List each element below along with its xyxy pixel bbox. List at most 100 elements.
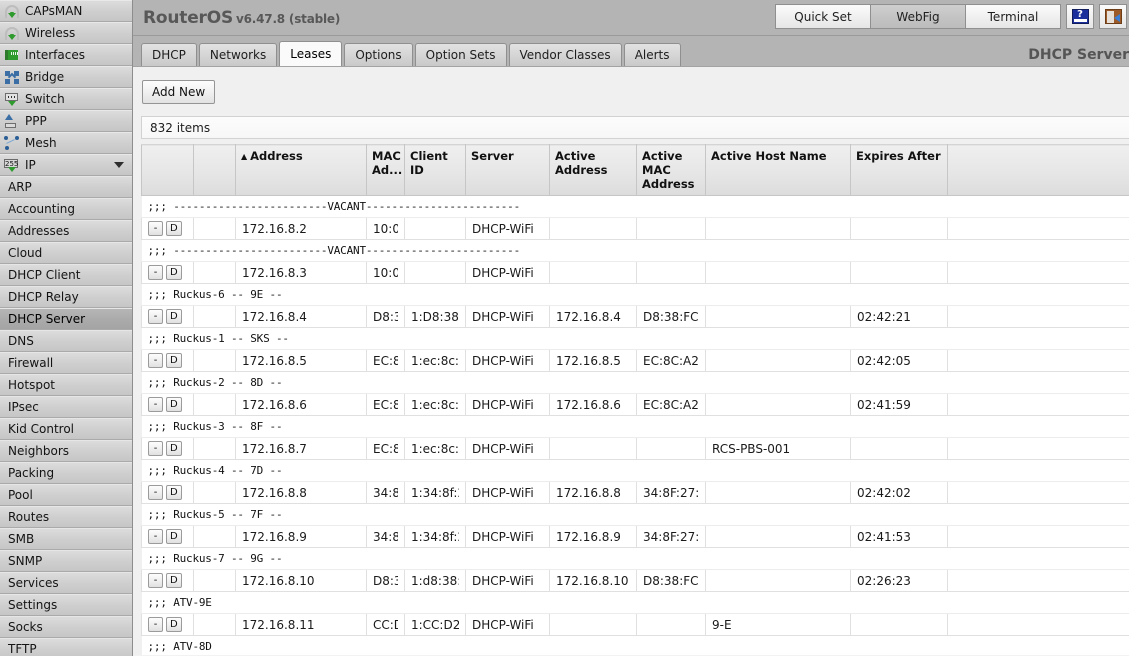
remove-lease-button[interactable]: -: [148, 617, 163, 632]
remove-lease-button[interactable]: -: [148, 309, 163, 324]
table-row[interactable]: -D 172.16.8.7 EC:8C 1:ec:8c:a DHCP-WiFi RCS-P…: [141, 437, 1129, 460]
sidebar-item-routes[interactable]: Routes: [0, 506, 132, 528]
sidebar-item-hotspot[interactable]: Hotspot: [0, 374, 132, 396]
remove-lease-button[interactable]: -: [148, 529, 163, 544]
tab-vendor-classes[interactable]: Vendor Classes: [508, 43, 622, 66]
make-static-button[interactable]: D: [166, 309, 182, 324]
table-row[interactable]: -D 172.16.8.10 D8:38 1:d8:38:f DHCP-WiFi 172.…: [141, 569, 1129, 592]
design-skin-button[interactable]: [1066, 4, 1094, 29]
column-header-active_mac[interactable]: Active MAC Address: [636, 144, 706, 196]
cell-active-address: [549, 613, 637, 636]
sidebar-item-dhcp-server[interactable]: DHCP Server: [0, 308, 132, 330]
column-header-active_host[interactable]: Active Host Name: [705, 144, 851, 196]
remove-lease-button[interactable]: -: [148, 221, 163, 236]
column-header-label: Server: [471, 149, 514, 163]
remove-lease-button[interactable]: -: [148, 441, 163, 456]
comment-text: ;;; ------------------------VACANT------…: [141, 195, 1129, 218]
sidebar-item-bridge[interactable]: Bridge: [0, 66, 132, 88]
column-header-tail[interactable]: [947, 144, 1129, 196]
row-tail-cell: [947, 217, 1129, 240]
sidebar-item-dns[interactable]: DNS: [0, 330, 132, 352]
column-header-buttons[interactable]: [141, 144, 194, 196]
remove-lease-button[interactable]: -: [148, 573, 163, 588]
column-header-server[interactable]: Server: [465, 144, 550, 196]
cell-client-id: 1:ec:8c:a: [404, 437, 466, 460]
cell-active-host: [705, 217, 851, 240]
sidebar-item-dhcp-client[interactable]: DHCP Client: [0, 264, 132, 286]
row-actions-cell: -D: [141, 437, 194, 460]
tab-dhcp[interactable]: DHCP: [141, 43, 197, 66]
table-row[interactable]: -D 172.16.8.5 EC:8C 1:ec:8c:a DHCP-WiFi 172.1…: [141, 349, 1129, 372]
table-row[interactable]: -D 172.16.8.8 34:8F: 1:34:8f:2 DHCP-WiFi 172.…: [141, 481, 1129, 504]
remove-lease-button[interactable]: -: [148, 397, 163, 412]
column-header-expires[interactable]: Expires After: [850, 144, 948, 196]
cell-active-address: 172.16.8.6: [549, 393, 637, 416]
sidebar-item-smb[interactable]: SMB: [0, 528, 132, 550]
mode-button-quick-set[interactable]: Quick Set: [775, 4, 871, 29]
make-static-button[interactable]: D: [166, 573, 182, 588]
mode-button-terminal[interactable]: Terminal: [965, 4, 1061, 29]
column-header-mac[interactable]: MAC Ad...: [366, 144, 405, 196]
sidebar-item-socks[interactable]: Socks: [0, 616, 132, 638]
row-tail-cell: [947, 349, 1129, 372]
cell-value: 1:d8:38:f: [411, 573, 459, 588]
sidebar-item-packing[interactable]: Packing: [0, 462, 132, 484]
sidebar-item-snmp[interactable]: SNMP: [0, 550, 132, 572]
remove-lease-button[interactable]: -: [148, 353, 163, 368]
column-header-flags[interactable]: [193, 144, 236, 196]
sidebar-item-label: Accounting: [8, 202, 76, 216]
tab-leases[interactable]: Leases: [279, 41, 343, 66]
table-row[interactable]: -D 172.16.8.11 CC:D2 1:CC:D2:8 DHCP-WiFi 9-E: [141, 613, 1129, 636]
sidebar-item-tftp[interactable]: TFTP: [0, 638, 132, 656]
table-row[interactable]: -D 172.16.8.6 EC:8C 1:ec:8c:a DHCP-WiFi 172.1…: [141, 393, 1129, 416]
sidebar-item-neighbors[interactable]: Neighbors: [0, 440, 132, 462]
sidebar-item-wireless[interactable]: Wireless: [0, 22, 132, 44]
tab-option-sets[interactable]: Option Sets: [414, 43, 507, 66]
make-static-button[interactable]: D: [166, 397, 182, 412]
row-actions-cell: -D: [141, 261, 194, 284]
mode-button-webfig[interactable]: WebFig: [870, 4, 966, 29]
table-row[interactable]: -D 172.16.8.3 10:00: DHCP-WiFi: [141, 261, 1129, 284]
tab-options[interactable]: Options: [344, 43, 413, 66]
table-row[interactable]: -D 172.16.8.9 34:8F: 1:34:8f:2 DHCP-WiFi 172.…: [141, 525, 1129, 548]
make-static-button[interactable]: D: [166, 485, 182, 500]
column-header-client_id[interactable]: Client ID: [404, 144, 466, 196]
cell-expires: 02:42:05: [850, 349, 948, 372]
make-static-button[interactable]: D: [166, 221, 182, 236]
sidebar-item-firewall[interactable]: Firewall: [0, 352, 132, 374]
sidebar-item-interfaces[interactable]: Interfaces: [0, 44, 132, 66]
tab-alerts[interactable]: Alerts: [623, 43, 681, 66]
remove-lease-button[interactable]: -: [148, 485, 163, 500]
column-header-active_address[interactable]: Active Address: [549, 144, 637, 196]
cell-expires: 02:42:02: [850, 481, 948, 504]
add-new-button[interactable]: Add New: [142, 80, 216, 104]
sidebar-item-ipsec[interactable]: IPsec: [0, 396, 132, 418]
sidebar-item-dhcp-relay[interactable]: DHCP Relay: [0, 286, 132, 308]
make-static-button[interactable]: D: [166, 353, 182, 368]
make-static-button[interactable]: D: [166, 265, 182, 280]
logout-button[interactable]: [1099, 4, 1127, 29]
sidebar-item-accounting[interactable]: Accounting: [0, 198, 132, 220]
table-row[interactable]: -D 172.16.8.4 D8:38 1:D8:38:F DHCP-WiFi 172.1…: [141, 305, 1129, 328]
sidebar-item-arp[interactable]: ARP: [0, 176, 132, 198]
chevron-down-icon[interactable]: [114, 162, 124, 168]
sidebar-item-ip[interactable]: 255 IP: [0, 154, 132, 176]
make-static-button[interactable]: D: [166, 441, 182, 456]
tab-networks[interactable]: Networks: [198, 43, 278, 66]
sidebar-item-kid-control[interactable]: Kid Control: [0, 418, 132, 440]
sidebar-item-pool[interactable]: Pool: [0, 484, 132, 506]
sidebar-item-addresses[interactable]: Addresses: [0, 220, 132, 242]
column-header-address[interactable]: ▲ Address: [235, 144, 367, 196]
table-row[interactable]: -D 172.16.8.2 10:00: DHCP-WiFi: [141, 217, 1129, 240]
remove-lease-button[interactable]: -: [148, 265, 163, 280]
sidebar-item-switch[interactable]: Switch: [0, 88, 132, 110]
column-header-label: Active Host Name: [711, 149, 827, 163]
sidebar-item-capsman[interactable]: CAPsMAN: [0, 0, 132, 22]
make-static-button[interactable]: D: [166, 529, 182, 544]
sidebar-item-mesh[interactable]: Mesh: [0, 132, 132, 154]
sidebar-item-services[interactable]: Services: [0, 572, 132, 594]
sidebar-item-settings[interactable]: Settings: [0, 594, 132, 616]
sidebar-item-ppp[interactable]: PPP: [0, 110, 132, 132]
sidebar-item-cloud[interactable]: Cloud: [0, 242, 132, 264]
make-static-button[interactable]: D: [166, 617, 182, 632]
